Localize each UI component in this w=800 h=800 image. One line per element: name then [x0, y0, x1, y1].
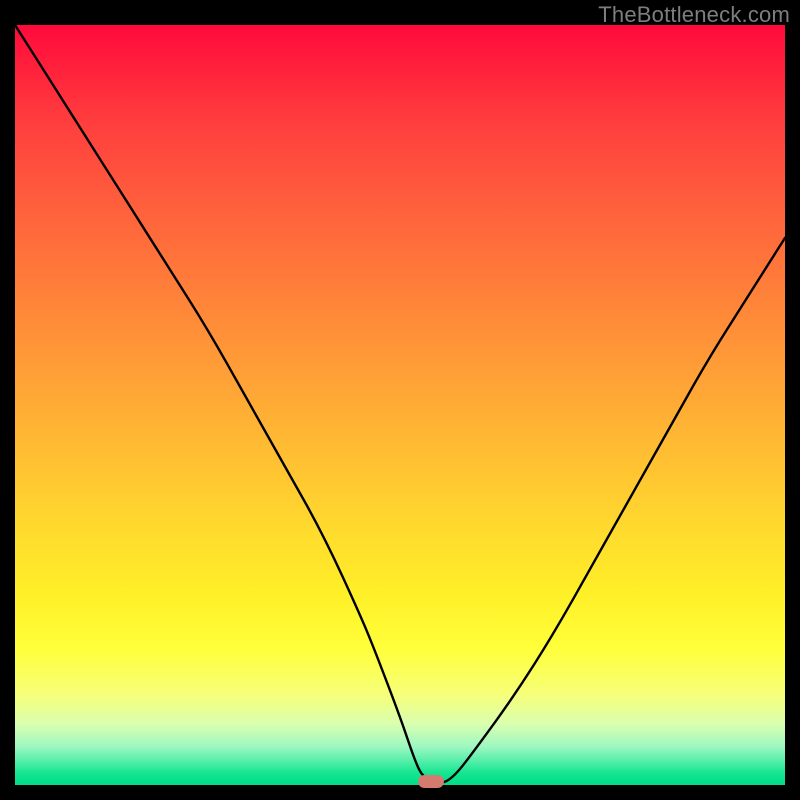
- plot-area: [15, 25, 785, 785]
- chart-frame: TheBottleneck.com: [0, 0, 800, 800]
- curve-path: [15, 25, 785, 783]
- line-curve: [15, 25, 785, 785]
- watermark-text: TheBottleneck.com: [598, 2, 790, 28]
- optimal-marker: [418, 775, 444, 788]
